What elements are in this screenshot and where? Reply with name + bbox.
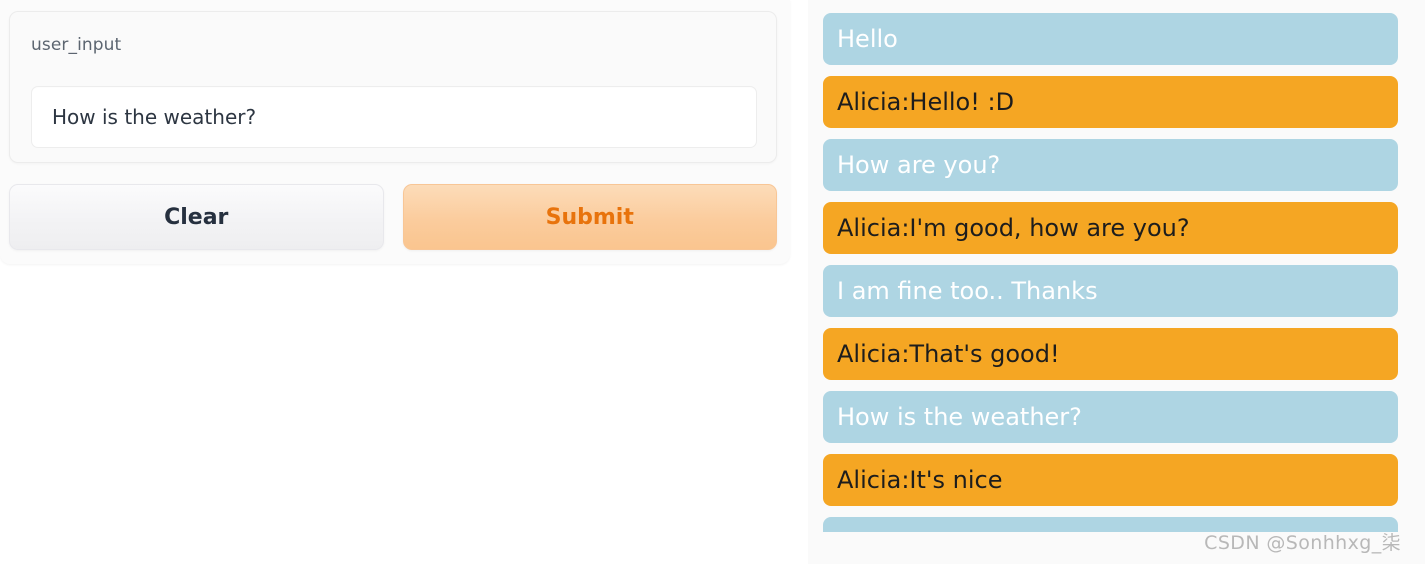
chat-bubble-bot: Alicia:Hello! :D xyxy=(823,76,1398,128)
chat-bubble-user: I am fine too.. Thanks xyxy=(823,265,1398,317)
user-input-card: user_input How is the weather? xyxy=(9,11,777,163)
chat-bubble-user: Hello xyxy=(823,13,1398,65)
action-button-row: Clear Submit xyxy=(9,184,777,250)
app-root: user_input How is the weather? Clear Sub… xyxy=(0,0,1425,564)
clear-button[interactable]: Clear xyxy=(9,184,384,250)
input-panel: user_input How is the weather? Clear Sub… xyxy=(0,0,790,264)
user-input-field[interactable]: How is the weather? xyxy=(31,86,757,148)
chat-bubble-user: How is the weather? xyxy=(823,391,1398,443)
chat-output-panel[interactable]: Hello Alicia:Hello! :D How are you? Alicia:… xyxy=(808,0,1425,564)
watermark-label: CSDN @Sonhhxg_柒 xyxy=(1204,532,1401,554)
chat-bubble-bot: Alicia:It's nice xyxy=(823,454,1398,506)
user-input-value[interactable]: How is the weather? xyxy=(32,105,256,129)
chat-message-list: Hello Alicia:Hello! :D How are you? Alicia:… xyxy=(808,13,1425,543)
chat-bubble-bot: Alicia:That's good! xyxy=(823,328,1398,380)
submit-button[interactable]: Submit xyxy=(402,184,777,250)
chat-bubble-bot: Alicia:I'm good, how are you? xyxy=(823,202,1398,254)
chat-bubble-user: How are you? xyxy=(823,139,1398,191)
user-input-label: user_input xyxy=(31,35,122,55)
